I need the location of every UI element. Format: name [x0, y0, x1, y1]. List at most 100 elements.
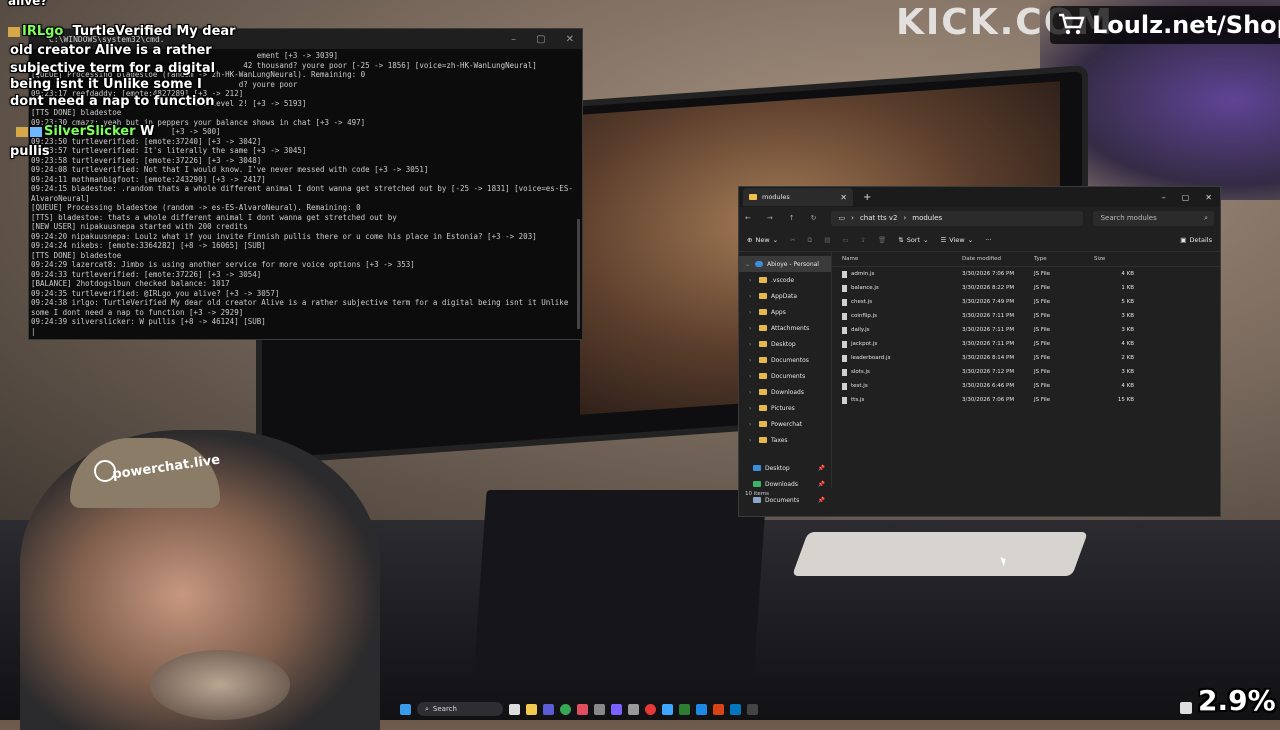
terminal-scrollbar[interactable] — [577, 219, 580, 329]
refresh-icon[interactable]: ↻ — [811, 214, 817, 222]
file-row[interactable]: chest.js 3/30/2026 7:49 PM JS File 5 KB — [832, 295, 1220, 309]
sidebar-item[interactable]: › Pictures — [739, 400, 831, 416]
cut-icon[interactable]: ✂ — [790, 236, 795, 244]
app-icon[interactable] — [696, 703, 707, 715]
chevron-down-icon[interactable]: ⌄ — [745, 261, 751, 268]
paste-icon[interactable]: ▤ — [824, 236, 830, 244]
terminal-icon[interactable] — [747, 703, 758, 715]
sidebar-item[interactable]: › Attachments — [739, 320, 831, 336]
new-button[interactable]: ⊕ New ⌄ — [747, 236, 778, 244]
view-button[interactable]: ☰ View ⌄ — [940, 236, 973, 244]
file-row[interactable]: tts.js 3/30/2026 7:06 PM JS File 15 KB — [832, 393, 1220, 407]
app-icon[interactable] — [611, 703, 622, 715]
new-tab-icon[interactable]: + — [863, 192, 871, 203]
task-view-icon[interactable] — [509, 703, 520, 715]
details-button[interactable]: ▣ Details — [1180, 236, 1212, 244]
file-row[interactable]: leaderboard.js 3/30/2026 8:14 PM JS File 2 … — [832, 351, 1220, 365]
chevron-right-icon[interactable]: › — [749, 357, 755, 364]
share-icon[interactable]: ⇪ — [861, 236, 866, 244]
windows-start-icon[interactable] — [400, 703, 411, 715]
close-icon[interactable]: ✕ — [566, 34, 574, 45]
search-icon: ⌕ — [1204, 213, 1208, 222]
forward-icon[interactable]: → — [767, 214, 773, 222]
delete-icon[interactable]: 🗑 — [878, 236, 886, 244]
search-icon: ⌕ — [425, 704, 429, 713]
app-icon[interactable] — [713, 703, 724, 715]
sidebar-item[interactable]: ⌄ Abioye - Personal — [739, 256, 831, 272]
maximize-icon[interactable]: ▢ — [1182, 193, 1190, 202]
app-icon[interactable] — [628, 703, 639, 715]
breadcrumb-item[interactable]: chat tts v2 — [860, 214, 898, 222]
file-name: chest.js — [851, 299, 873, 305]
sidebar-item[interactable]: › Downloads — [739, 384, 831, 400]
file-row[interactable]: balance.js 3/30/2026 8:22 PM JS File 1 KB — [832, 281, 1220, 295]
sidebar-item[interactable]: › Powerchat — [739, 416, 831, 432]
app-icon[interactable] — [730, 703, 741, 715]
chevron-down-icon: ⌄ — [772, 236, 779, 244]
chrome-icon[interactable] — [560, 703, 571, 715]
file-explorer-window[interactable]: modules ✕ + – ▢ ✕ ← → ↑ ↻ ▭ › chat tts v… — [738, 186, 1221, 517]
copy-icon[interactable]: ⧉ — [808, 236, 813, 245]
file-explorer-icon[interactable] — [526, 703, 537, 715]
chevron-right-icon[interactable]: › — [749, 421, 755, 428]
app-icon[interactable] — [662, 703, 673, 715]
chevron-right-icon[interactable]: › — [749, 405, 755, 412]
chevron-right-icon[interactable]: › — [749, 437, 755, 444]
chevron-right-icon[interactable]: › — [749, 325, 755, 332]
chevron-right-icon[interactable]: › — [749, 277, 755, 284]
file-row[interactable]: daily.js 3/30/2026 7:11 PM JS File 3 KB — [832, 323, 1220, 337]
quick-access-item[interactable]: Desktop 📌 — [739, 460, 831, 476]
taskbar-search[interactable]: ⌕ Search — [417, 702, 503, 716]
explorer-tabbar[interactable]: modules ✕ + – ▢ ✕ — [739, 187, 1220, 207]
folder-icon — [759, 341, 767, 347]
app-icon[interactable] — [543, 703, 554, 715]
close-icon[interactable]: ✕ — [1205, 193, 1212, 202]
sidebar-item[interactable]: › AppData — [739, 288, 831, 304]
rename-icon[interactable]: ▭ — [842, 236, 848, 244]
column-header-name[interactable]: Name — [832, 256, 962, 262]
sidebar-item[interactable]: › .vscode — [739, 272, 831, 288]
pin-icon[interactable]: 📌 — [818, 497, 825, 504]
file-row[interactable]: jackpot.js 3/30/2026 7:11 PM JS File 4 KB — [832, 337, 1220, 351]
system-tray-icon[interactable] — [1180, 702, 1192, 714]
chevron-right-icon[interactable]: › — [749, 293, 755, 300]
sidebar-item[interactable]: › Taxes — [739, 432, 831, 448]
file-list[interactable]: Name Date modified Type Size admin.js 3/3… — [832, 252, 1220, 488]
app-icon[interactable] — [645, 703, 656, 715]
app-icon[interactable] — [577, 703, 588, 715]
chevron-right-icon[interactable]: › — [749, 373, 755, 380]
minimize-icon[interactable]: – — [511, 34, 516, 45]
quick-access-item[interactable]: Downloads 📌 — [739, 476, 831, 492]
explorer-tab[interactable]: modules ✕ — [743, 188, 853, 206]
breadcrumb[interactable]: ▭ › chat tts v2 › modules — [830, 210, 1083, 226]
app-icon[interactable] — [594, 703, 605, 715]
column-header-date[interactable]: Date modified — [962, 256, 1034, 262]
quick-access-item[interactable]: Documents 📌 — [739, 492, 831, 508]
chevron-right-icon[interactable]: › — [749, 389, 755, 396]
chevron-right-icon[interactable]: › — [749, 341, 755, 348]
app-icon[interactable] — [679, 703, 690, 715]
sidebar-item[interactable]: › Desktop — [739, 336, 831, 352]
sidebar-item[interactable]: › Documentos — [739, 352, 831, 368]
sidebar-item[interactable]: › Documents — [739, 368, 831, 384]
file-row[interactable]: coinflip.js 3/30/2026 7:11 PM JS File 3 KB — [832, 309, 1220, 323]
column-header-size[interactable]: Size — [1094, 256, 1134, 262]
chevron-right-icon[interactable]: › — [749, 309, 755, 316]
search-input[interactable]: Search modules ⌕ — [1092, 210, 1214, 226]
maximize-icon[interactable]: ▢ — [536, 34, 545, 45]
sort-button[interactable]: ⇅ Sort ⌄ — [898, 236, 928, 244]
file-row[interactable]: slots.js 3/30/2026 7:12 PM JS File 3 KB — [832, 365, 1220, 379]
breadcrumb-item[interactable]: modules — [912, 214, 942, 222]
minimize-icon[interactable]: – — [1162, 193, 1166, 202]
pin-icon[interactable]: 📌 — [818, 481, 825, 488]
file-row[interactable]: test.js 3/30/2026 6:46 PM JS File 4 KB — [832, 379, 1220, 393]
file-row[interactable]: admin.js 3/30/2026 7:06 PM JS File 4 KB — [832, 267, 1220, 281]
tab-close-icon[interactable]: ✕ — [840, 193, 847, 202]
up-icon[interactable]: ↑ — [789, 214, 795, 222]
back-icon[interactable]: ← — [745, 214, 751, 222]
column-header-type[interactable]: Type — [1034, 256, 1094, 262]
navigation-pane[interactable]: ⌄ Abioye - Personal › .vscode › AppData › Apps ›… — [739, 252, 832, 504]
pin-icon[interactable]: 📌 — [818, 465, 825, 472]
more-options-icon[interactable]: ··· — [985, 236, 991, 244]
sidebar-item[interactable]: › Apps — [739, 304, 831, 320]
